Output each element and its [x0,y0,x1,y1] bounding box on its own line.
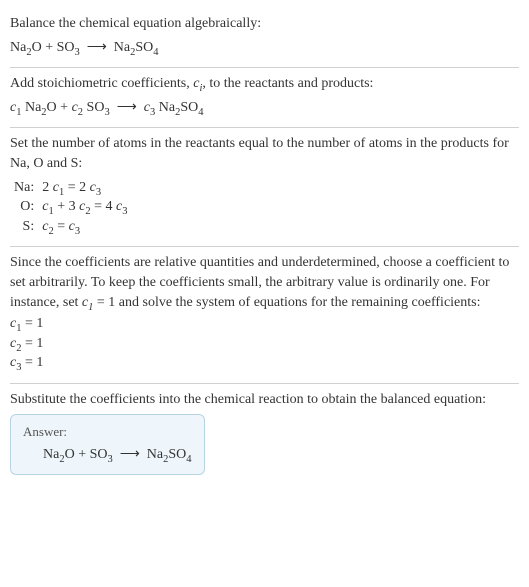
text-part: Add stoichiometric coefficients, [10,76,193,91]
section-add-coeffs: Add stoichiometric coefficients, ci, to … [10,68,519,128]
text-part: = 1 and solve the system of equations fo… [93,295,480,310]
atom-balance-title: Set the number of atoms in the reactants… [10,134,519,173]
balanced-equation: Na2O + SO3 ⟶ Na2SO4 [23,445,192,465]
text-part: , to the reactants and products: [202,76,373,91]
add-coeffs-title: Add stoichiometric coefficients, ci, to … [10,74,519,94]
element-label: O: [10,197,38,217]
coeff-c3: c3 = 1 [10,353,519,373]
coeff-equation: c1 Na2O + c2 SO3 ⟶ c3 Na2SO4 [10,98,519,118]
balance-eq: 2 c1 = 2 c3 [38,178,131,198]
coefficient-values: c1 = 1 c2 = 1 c3 = 1 [10,314,519,373]
coeff-c1: c1 = 1 [10,314,519,334]
balance-eq: c1 + 3 c2 = 4 c3 [38,197,131,217]
value: = 1 [21,316,43,331]
answer-box: Answer: Na2O + SO3 ⟶ Na2SO4 [10,414,205,476]
table-row: Na: 2 c1 = 2 c3 [10,178,131,198]
answer-label: Answer: [23,423,192,441]
element-label: S: [10,217,38,237]
solve-title: Since the coefficients are relative quan… [10,253,519,312]
unbalanced-equation: Na2O + SO3 ⟶ Na2SO4 [10,38,519,58]
value: = 1 [21,336,43,351]
value: = 1 [21,355,43,370]
balance-eq: c2 = c3 [38,217,131,237]
section-problem: Balance the chemical equation algebraica… [10,8,519,68]
section-atom-balance: Set the number of atoms in the reactants… [10,128,519,247]
section-solve: Since the coefficients are relative quan… [10,247,519,384]
problem-title: Balance the chemical equation algebraica… [10,14,519,34]
coeff-c2: c2 = 1 [10,334,519,354]
section-answer: Substitute the coefficients into the che… [10,384,519,485]
balance-table: Na: 2 c1 = 2 c3 O: c1 + 3 c2 = 4 c3 S: c… [10,178,131,237]
table-row: O: c1 + 3 c2 = 4 c3 [10,197,131,217]
element-label: Na: [10,178,38,198]
answer-title: Substitute the coefficients into the che… [10,390,519,410]
c1-var: c1 [82,295,93,310]
table-row: S: c2 = c3 [10,217,131,237]
